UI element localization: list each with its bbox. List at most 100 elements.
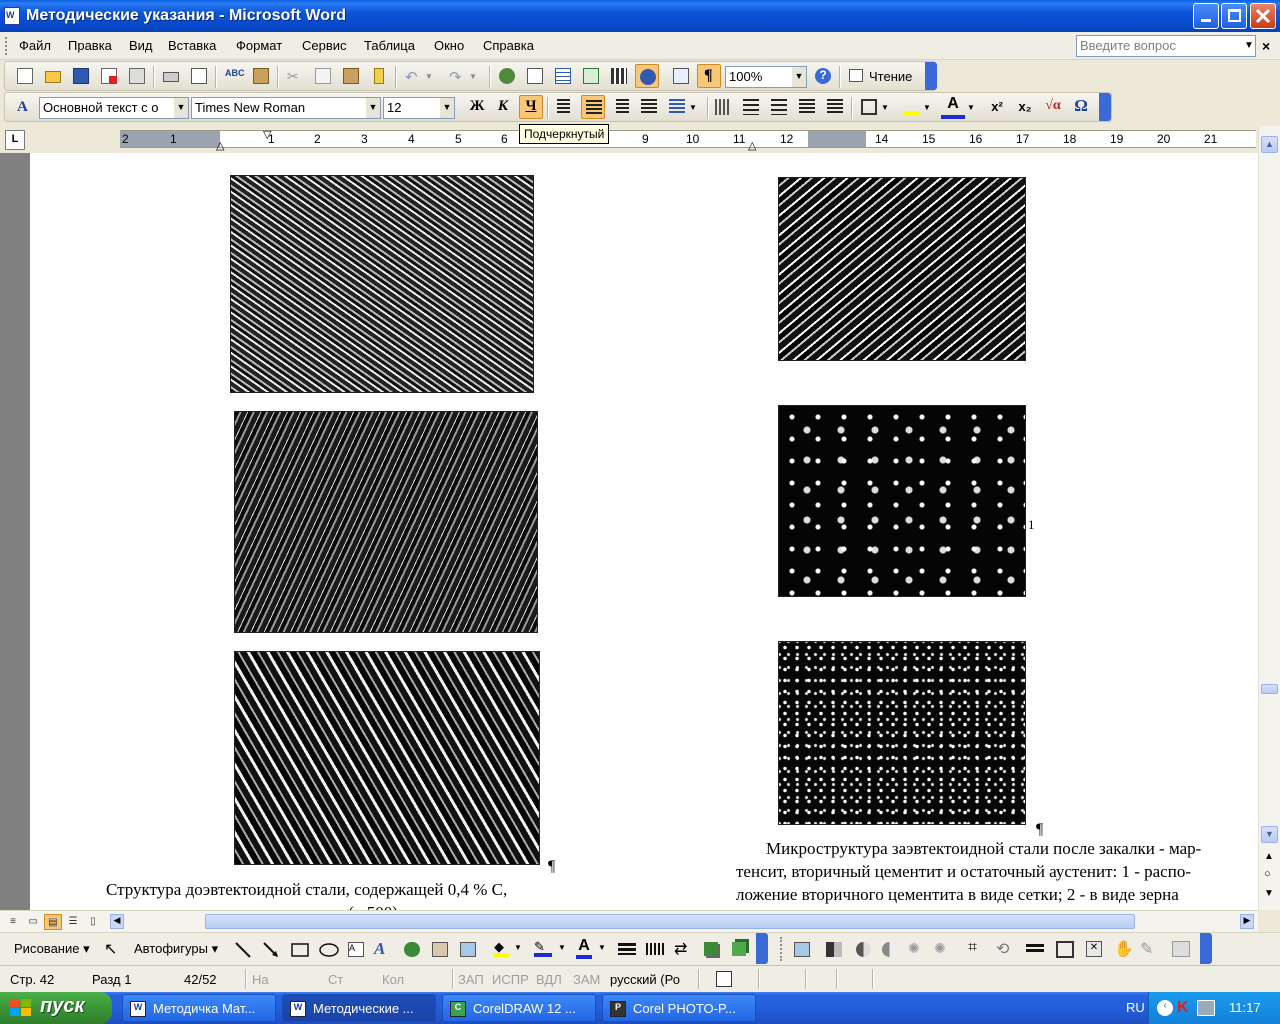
right-indent-marker[interactable]: △ [748,139,756,152]
menu-file[interactable]: Файл [19,38,51,53]
wordart-icon[interactable]: A [374,939,385,959]
zoom-select[interactable]: 100% ▼ [725,66,807,88]
print-icon[interactable] [159,64,183,88]
menu-format[interactable]: Формат [236,38,282,53]
prev-page-icon[interactable]: ▲ [1264,851,1274,862]
line-color-dropdown-icon[interactable]: ▼ [558,943,566,952]
rectangle-icon[interactable] [290,941,310,959]
line-icon[interactable] [234,941,252,959]
horizontal-scrollbar[interactable]: ≡ ▭ ▤ ☰ ▯ ◀ ▶ [0,910,1258,932]
line-spacing-icon[interactable] [665,95,689,119]
styles-formatting-icon[interactable]: A [13,95,37,119]
line-color-icon[interactable]: ✎ [534,939,552,957]
scroll-thumb[interactable] [1261,684,1278,694]
spelling-icon[interactable]: ABC [221,64,245,88]
normal-view-icon[interactable]: ≡ [4,914,22,930]
hyperlink-icon[interactable] [495,64,519,88]
scroll-down-icon[interactable]: ▼ [1261,826,1278,843]
horizontal-ruler[interactable]: 2 1 1 2 3 4 5 6 9 10 11 12 14 15 16 17 1… [120,128,1256,152]
tray-expand-icon[interactable]: ‹ [1157,1000,1173,1016]
picture-line-style-icon[interactable] [1026,944,1044,954]
italic-button[interactable]: К [491,95,515,119]
arrow-icon[interactable] [262,941,280,959]
new-document-icon[interactable] [13,64,37,88]
menu-tools[interactable]: Сервис [302,38,347,53]
outline-view-icon[interactable]: ☰ [64,914,82,930]
reading-view-icon[interactable]: ▯ [84,914,102,930]
scroll-left-icon[interactable]: ◀ [110,914,124,929]
3d-style-icon[interactable] [732,942,746,956]
text-direction-icon[interactable] [711,95,735,119]
show-formatting-icon[interactable]: ¶ [697,64,721,88]
drawing-font-color-icon[interactable]: A [576,937,592,959]
permission-icon[interactable] [97,64,121,88]
menu-table[interactable]: Таблица [364,38,415,53]
undo-dropdown-icon[interactable]: ▼ [425,64,439,88]
save-icon[interactable] [69,64,93,88]
status-overtype[interactable]: ЗАМ [573,972,600,987]
tables-borders-icon[interactable] [523,64,547,88]
redo-dropdown-icon[interactable]: ▼ [469,64,483,88]
network-icon[interactable] [1197,1000,1215,1016]
left-indent-marker[interactable]: △ [216,139,224,152]
document-page[interactable]: ¶ 1 ¶ Структура доэвтектоидной стали, со… [30,153,1258,910]
text-wrap-icon[interactable]: ✕ [1086,941,1102,957]
reading-mode-button[interactable]: Чтение [845,64,925,88]
color-icon[interactable] [826,942,842,957]
borders-dropdown-icon[interactable]: ▼ [881,95,895,119]
paste-icon[interactable] [339,64,363,88]
open-folder-icon[interactable] [41,64,65,88]
fill-color-dropdown-icon[interactable]: ▼ [514,943,522,952]
arrow-style-icon[interactable]: ⇄ [674,939,687,959]
format-painter-icon[interactable] [367,64,391,88]
horizontal-scroll-thumb[interactable] [205,914,1135,929]
reset-picture-icon[interactable] [1172,941,1190,957]
spelling-status-icon[interactable] [716,971,732,987]
style-select[interactable]: Основной текст с о ▼ [39,97,189,119]
antivirus-icon[interactable]: K [1177,999,1189,1017]
insert-picture-icon[interactable] [794,942,810,957]
drawing-toggle-icon[interactable] [635,64,659,88]
task-coreldraw[interactable]: C CorelDRAW 12 ... [442,994,596,1022]
drawing-font-color-dropdown-icon[interactable]: ▼ [598,943,606,952]
word-app-icon[interactable]: W [4,7,20,25]
increase-indent-icon[interactable] [823,95,847,119]
autoshapes-menu-button[interactable]: Автофигуры ▾ [134,941,218,957]
clipart-icon[interactable] [432,942,448,957]
numbering-icon[interactable] [739,95,763,119]
menu-view[interactable]: Вид [129,38,153,53]
less-brightness-icon[interactable]: ✺ [934,940,946,957]
document-map-icon[interactable] [669,64,693,88]
font-select[interactable]: Times New Roman ▼ [191,97,381,119]
align-right-icon[interactable] [609,95,633,119]
menu-edit[interactable]: Правка [68,38,112,53]
drawing-toolbar-options-icon[interactable] [756,933,768,964]
oval-icon[interactable] [318,941,340,959]
draw-menu-button[interactable]: Рисование ▾ [14,941,90,957]
set-transparent-icon[interactable]: ✎ [1140,939,1153,959]
language-indicator[interactable]: RU [1126,1000,1145,1015]
line-spacing-dropdown-icon[interactable]: ▼ [689,95,703,119]
less-contrast-icon[interactable] [882,942,897,957]
task-metodichka[interactable]: W Методичка Мат... [122,994,276,1022]
crop-icon[interactable]: ⌗ [968,939,977,957]
first-line-indent-marker[interactable]: ▽ [263,128,271,141]
line-style-icon[interactable] [618,943,636,955]
rotate-icon[interactable]: ⟲ [996,939,1009,959]
status-record[interactable]: ЗАП [458,972,484,987]
justify-icon[interactable] [637,95,661,119]
align-center-icon[interactable] [581,95,605,119]
more-contrast-icon[interactable] [856,942,871,957]
cut-icon[interactable]: ✂ [283,64,307,88]
status-extend[interactable]: ВДЛ [536,972,562,987]
dash-style-icon[interactable] [646,943,664,955]
symbol-icon[interactable]: Ω [1069,95,1093,119]
research-icon[interactable] [249,64,273,88]
redo-icon[interactable]: ↷ [445,64,469,88]
maximize-button[interactable] [1221,3,1247,29]
copy-icon[interactable] [311,64,335,88]
font-color-dropdown-icon[interactable]: ▼ [967,95,981,119]
toolbar-options-icon-2[interactable] [1099,93,1111,121]
decrease-indent-icon[interactable] [795,95,819,119]
start-button[interactable]: пуск [0,992,112,1024]
